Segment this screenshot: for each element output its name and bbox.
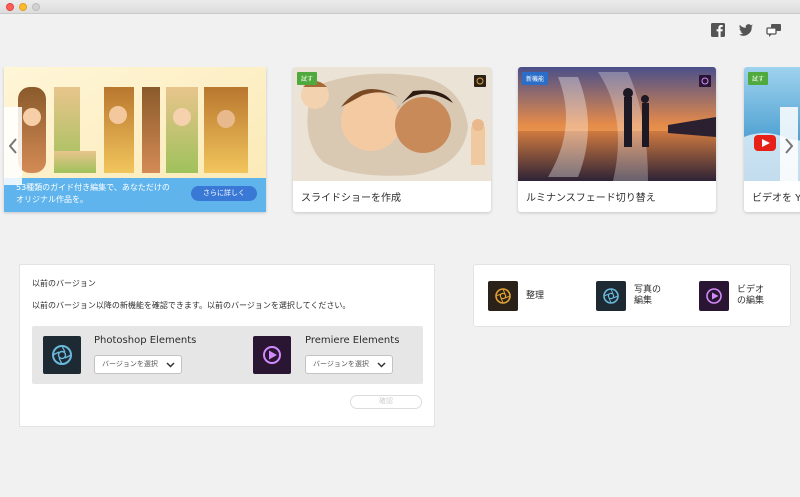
chevron-left-icon bbox=[9, 138, 17, 154]
premiere-version-select[interactable]: バージョンを選択 bbox=[305, 355, 393, 374]
facebook-icon[interactable] bbox=[710, 22, 726, 38]
launch-video-editor-button[interactable]: ビデオ の編集 bbox=[699, 280, 764, 312]
photoshop-elements-icon bbox=[43, 336, 81, 374]
previous-versions-box: Photoshop Elements バージョンを選択 Premiere Ele… bbox=[32, 326, 423, 384]
launch-organizer-label: 整理 bbox=[526, 290, 545, 301]
social-links bbox=[710, 22, 782, 38]
organizer-icon bbox=[474, 72, 486, 87]
premiere-version-select-label: バージョンを選択 bbox=[313, 360, 369, 368]
chevron-right-icon bbox=[785, 138, 793, 154]
card-slideshow-badge: 試す bbox=[297, 72, 318, 85]
video-editor-icon bbox=[699, 281, 729, 311]
photo-editor-icon bbox=[596, 281, 626, 311]
launch-photo-editor-label: 写真の 編集 bbox=[634, 285, 662, 306]
zoom-window-button[interactable] bbox=[32, 3, 40, 11]
card-luminance-fade[interactable]: 新機能 ルミナンスフェード切り替え bbox=[518, 67, 716, 212]
photoshop-version-select[interactable]: バージョンを選択 bbox=[94, 355, 182, 374]
carousel-next-button[interactable] bbox=[780, 107, 798, 185]
card-youtube-badge: 試す bbox=[748, 72, 769, 85]
card-youtube-caption: ビデオを Yo bbox=[752, 193, 800, 204]
feedback-icon[interactable] bbox=[766, 22, 782, 38]
carousel-prev-button[interactable] bbox=[4, 107, 22, 185]
photoshop-version-select-label: バージョンを選択 bbox=[102, 360, 158, 368]
previous-versions-title: 以前のバージョン bbox=[32, 279, 96, 288]
previous-versions-description: 以前のバージョン以降の新機能を確認できます。以前のバージョンを選択してください。 bbox=[32, 301, 351, 310]
premiere-elements-icon bbox=[253, 336, 291, 374]
premiere-elements-name: Premiere Elements bbox=[305, 335, 400, 346]
launch-video-editor-label: ビデオ の編集 bbox=[737, 285, 765, 306]
chevron-down-icon bbox=[377, 362, 386, 368]
card-luminance-caption: ルミナンスフェード切り替え bbox=[526, 193, 656, 204]
launch-organizer-button[interactable]: 整理 bbox=[488, 280, 544, 312]
organizer-icon bbox=[488, 281, 518, 311]
hero-card[interactable]: 53種類のガイド付き編集で、あなただけのオリジナル作品を。 さらに詳しく bbox=[4, 67, 266, 212]
photoshop-elements-name: Photoshop Elements bbox=[94, 335, 197, 346]
carousel: 53種類のガイド付き編集で、あなただけのオリジナル作品を。 さらに詳しく 試す … bbox=[0, 67, 800, 217]
confirm-button[interactable]: 確認 bbox=[350, 395, 422, 409]
card-luminance-badge: 新機能 bbox=[522, 72, 549, 85]
card-slideshow-caption: スライドショーを作成 bbox=[301, 193, 401, 204]
card-slideshow-image bbox=[293, 67, 491, 181]
launch-photo-editor-button[interactable]: 写真の 編集 bbox=[596, 280, 661, 312]
close-window-button[interactable] bbox=[6, 3, 14, 11]
card-slideshow[interactable]: 試す スライドショーを作成 bbox=[293, 67, 491, 212]
twitter-icon[interactable] bbox=[738, 22, 754, 38]
premiere-icon bbox=[699, 72, 711, 87]
window-titlebar bbox=[0, 0, 800, 14]
hero-banner-text: 53種類のガイド付き編集で、あなただけのオリジナル作品を。 bbox=[16, 183, 170, 204]
minimize-window-button[interactable] bbox=[19, 3, 27, 11]
learn-more-button[interactable]: さらに詳しく bbox=[191, 186, 257, 201]
chevron-down-icon bbox=[166, 362, 175, 368]
launch-panel: 整理 写真の 編集 ビデオ の編集 bbox=[473, 264, 791, 327]
previous-versions-panel: 以前のバージョン 以前のバージョン以降の新機能を確認できます。以前のバージョンを… bbox=[19, 264, 435, 427]
